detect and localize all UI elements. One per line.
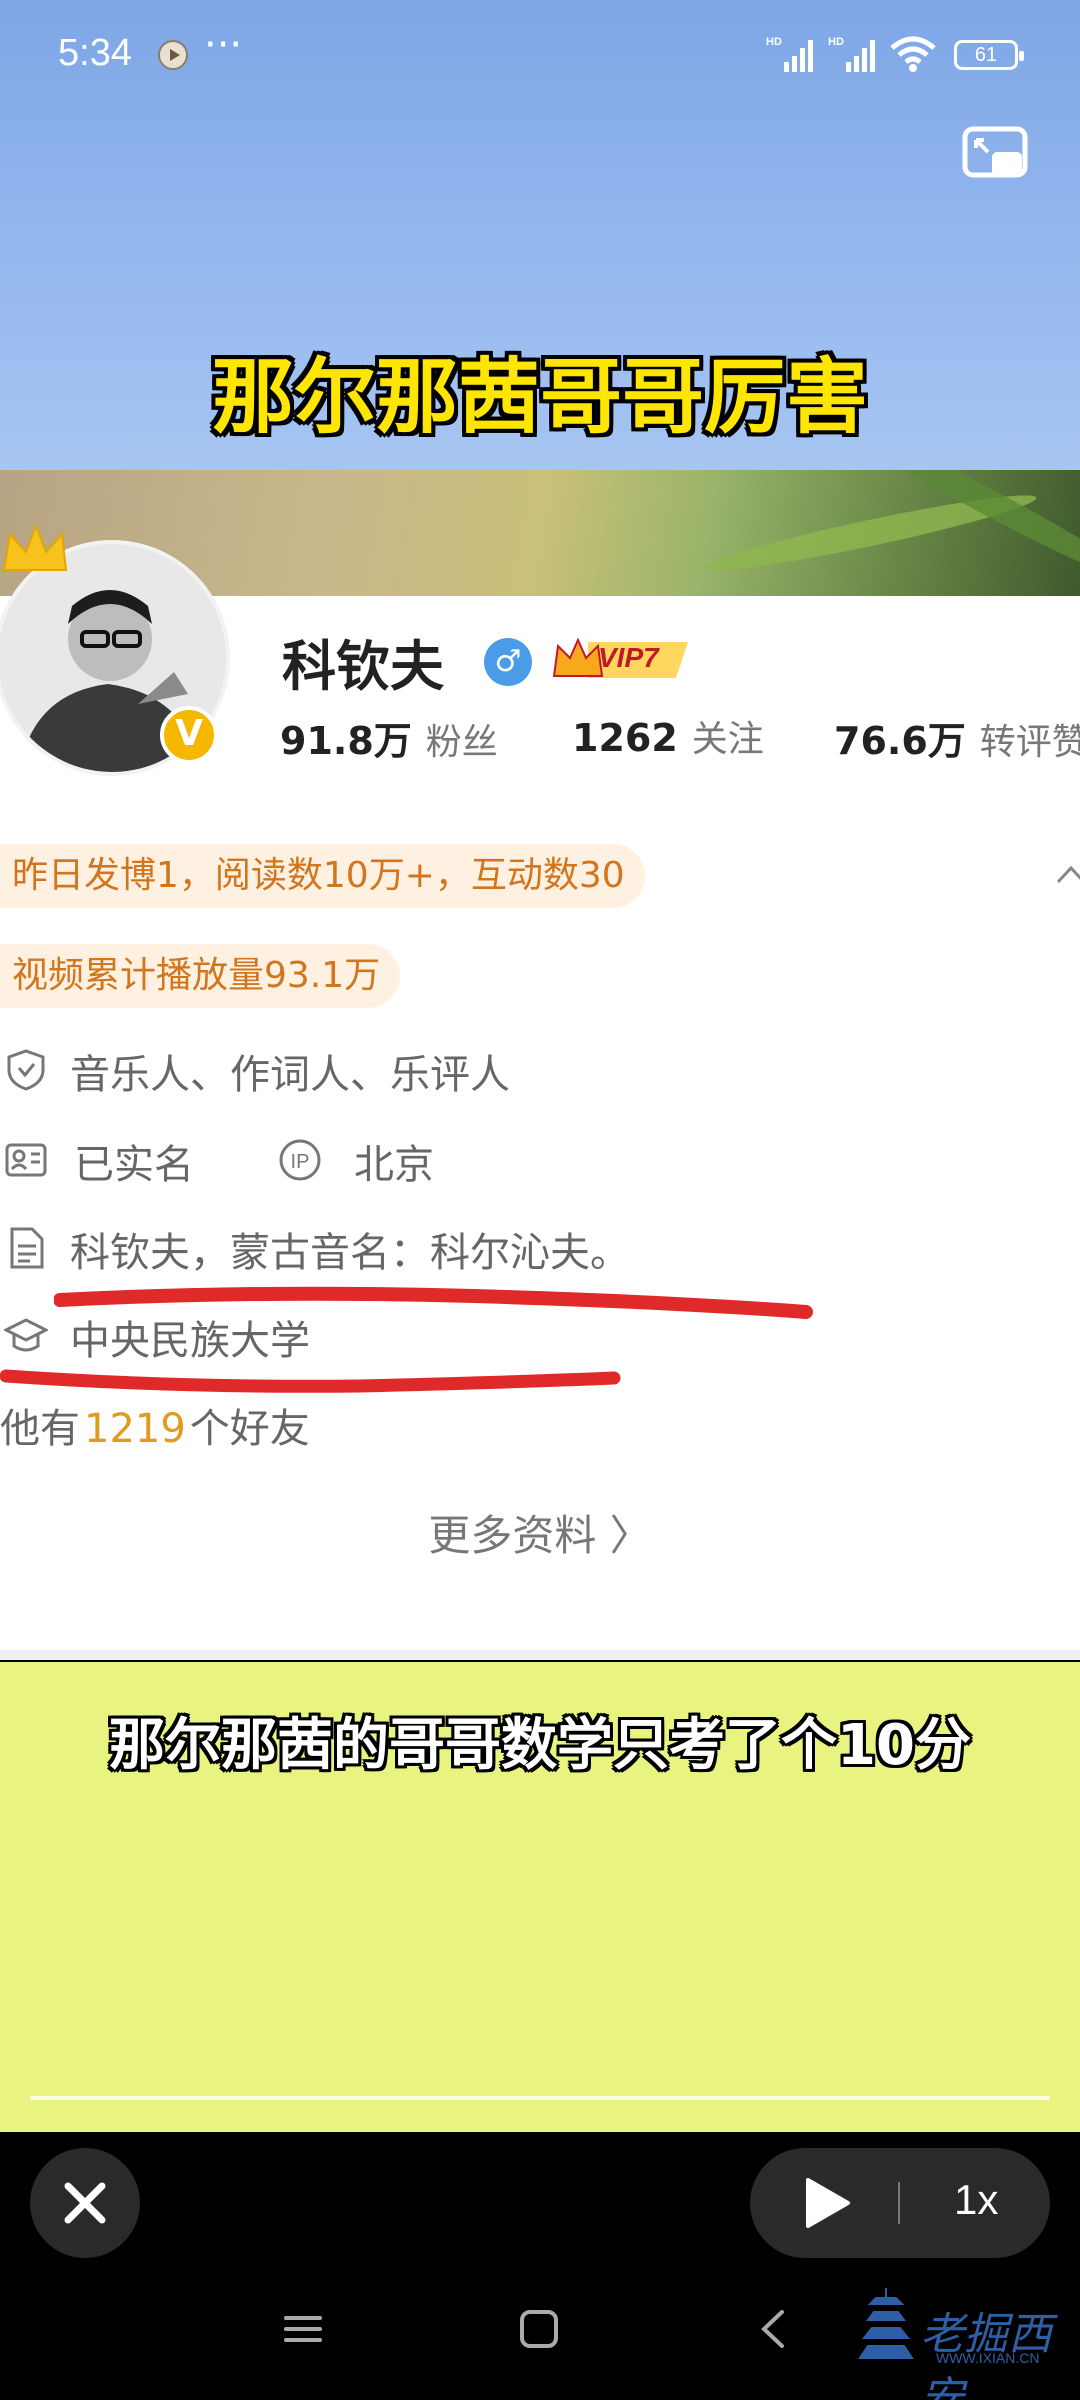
stat-label: 转评赞 (979, 722, 1080, 763)
close-button[interactable] (30, 2148, 140, 2258)
location-text: 北京 (354, 1142, 434, 1188)
stat-followers[interactable]: 91.8万 粉丝 (280, 710, 498, 765)
ip-badge-label: IP (291, 1151, 310, 1173)
status-time: 5:34 (58, 32, 132, 74)
playback-controls: 1x (750, 2148, 1050, 2258)
section-divider (0, 1650, 1080, 1660)
highlight-daily-stats: 昨日发博1，阅读数10万+，互动数30 (0, 844, 645, 908)
profile-name: 科钦夫 (282, 635, 444, 698)
crown-icon (2, 523, 68, 571)
signal-hd-label: HD (766, 36, 782, 48)
home-icon[interactable] (514, 2304, 564, 2354)
highlight-video-plays: 视频累计播放量93.1万 (0, 944, 401, 1008)
status-bar: 5:34 ··· HD HD 61 (0, 0, 1080, 110)
more-info-link[interactable]: 更多资料 〉 (0, 1502, 1080, 1563)
occupation-text: 音乐人、作词人、乐评人 (70, 1052, 510, 1098)
info-bio: 科钦夫，蒙古音名：科尔沁夫。 (0, 1216, 1080, 1276)
info-identity: 已实名 IP 北京 (0, 1128, 1080, 1188)
info-occupation: 音乐人、作词人、乐评人 (0, 1038, 1080, 1098)
shield-icon (7, 1049, 45, 1091)
menu-icon[interactable] (278, 2304, 328, 2354)
graduation-cap-icon (4, 1318, 48, 1352)
media-playing-icon (158, 40, 188, 70)
profile-card: V 科钦夫 ♂ VIP7 91.8万 粉丝 1262 关注 76.6万 转评赞 昨日发… (0, 470, 1080, 1660)
friends-suffix: 个好友 (189, 1406, 310, 1452)
friends-count: 1219 (84, 1406, 186, 1452)
video-caption-top: 那尔那茜哥哥厉害 (211, 350, 868, 445)
playback-speed-button[interactable]: 1x (954, 2176, 998, 2224)
video-caption-bottom: 那尔那茜的哥哥数学只考了个10分 (109, 1713, 971, 1778)
school-text: 中央民族大学 (70, 1318, 310, 1364)
watermark-text: 老掘西安 (920, 2309, 1052, 2400)
close-icon (64, 2182, 106, 2224)
watermark-logo: 老掘西安 WWW.IXIAN.CN (856, 2284, 1056, 2400)
ip-location-icon: IP (279, 1139, 321, 1181)
stat-label: 关注 (691, 719, 764, 760)
signal-icon: HD (766, 36, 813, 72)
red-underline-mark (0, 1369, 621, 1393)
battery-indicator: 61 (954, 40, 1024, 70)
stat-reposts-likes[interactable]: 76.6万 转评赞 (834, 710, 1080, 765)
id-card-icon (5, 1143, 47, 1177)
collapse-chevron-icon[interactable] (1056, 860, 1080, 890)
stat-number: 1262 (572, 716, 678, 760)
vip-level-label: VIP7 (598, 642, 659, 673)
stat-following[interactable]: 1262 关注 (572, 710, 764, 762)
real-name-text: 已实名 (74, 1142, 194, 1188)
stat-number: 76.6万 (834, 719, 966, 763)
more-notifications-icon: ··· (204, 22, 243, 68)
document-icon (10, 1227, 44, 1269)
friends-count-row[interactable]: 他有 1219 个好友 (0, 1396, 310, 1454)
watermark-url: WWW.IXIAN.CN (936, 2350, 1040, 2366)
vip-badge[interactable]: VIP7 (548, 632, 694, 686)
stat-number: 91.8万 (280, 719, 412, 763)
bio-text: 科钦夫，蒙古音名：科尔沁夫。 (70, 1230, 630, 1276)
male-gender-icon: ♂ (484, 638, 532, 686)
friends-prefix: 他有 (0, 1406, 80, 1452)
video-progress-bar[interactable] (30, 2096, 1050, 2100)
signal-hd-label-2: HD (828, 36, 844, 48)
picture-in-picture-icon[interactable] (962, 126, 1028, 182)
control-divider (898, 2182, 900, 2224)
back-icon[interactable] (750, 2304, 800, 2354)
wifi-icon (890, 36, 936, 72)
verified-badge-icon: V (160, 706, 218, 764)
signal-icon-2: HD (828, 36, 875, 72)
play-icon[interactable] (802, 2176, 852, 2230)
stat-label: 粉丝 (425, 722, 498, 763)
info-school: 中央民族大学 (0, 1304, 1080, 1364)
profile-stats: 91.8万 粉丝 1262 关注 76.6万 转评赞 (280, 710, 1080, 770)
pagoda-icon (858, 2288, 914, 2359)
